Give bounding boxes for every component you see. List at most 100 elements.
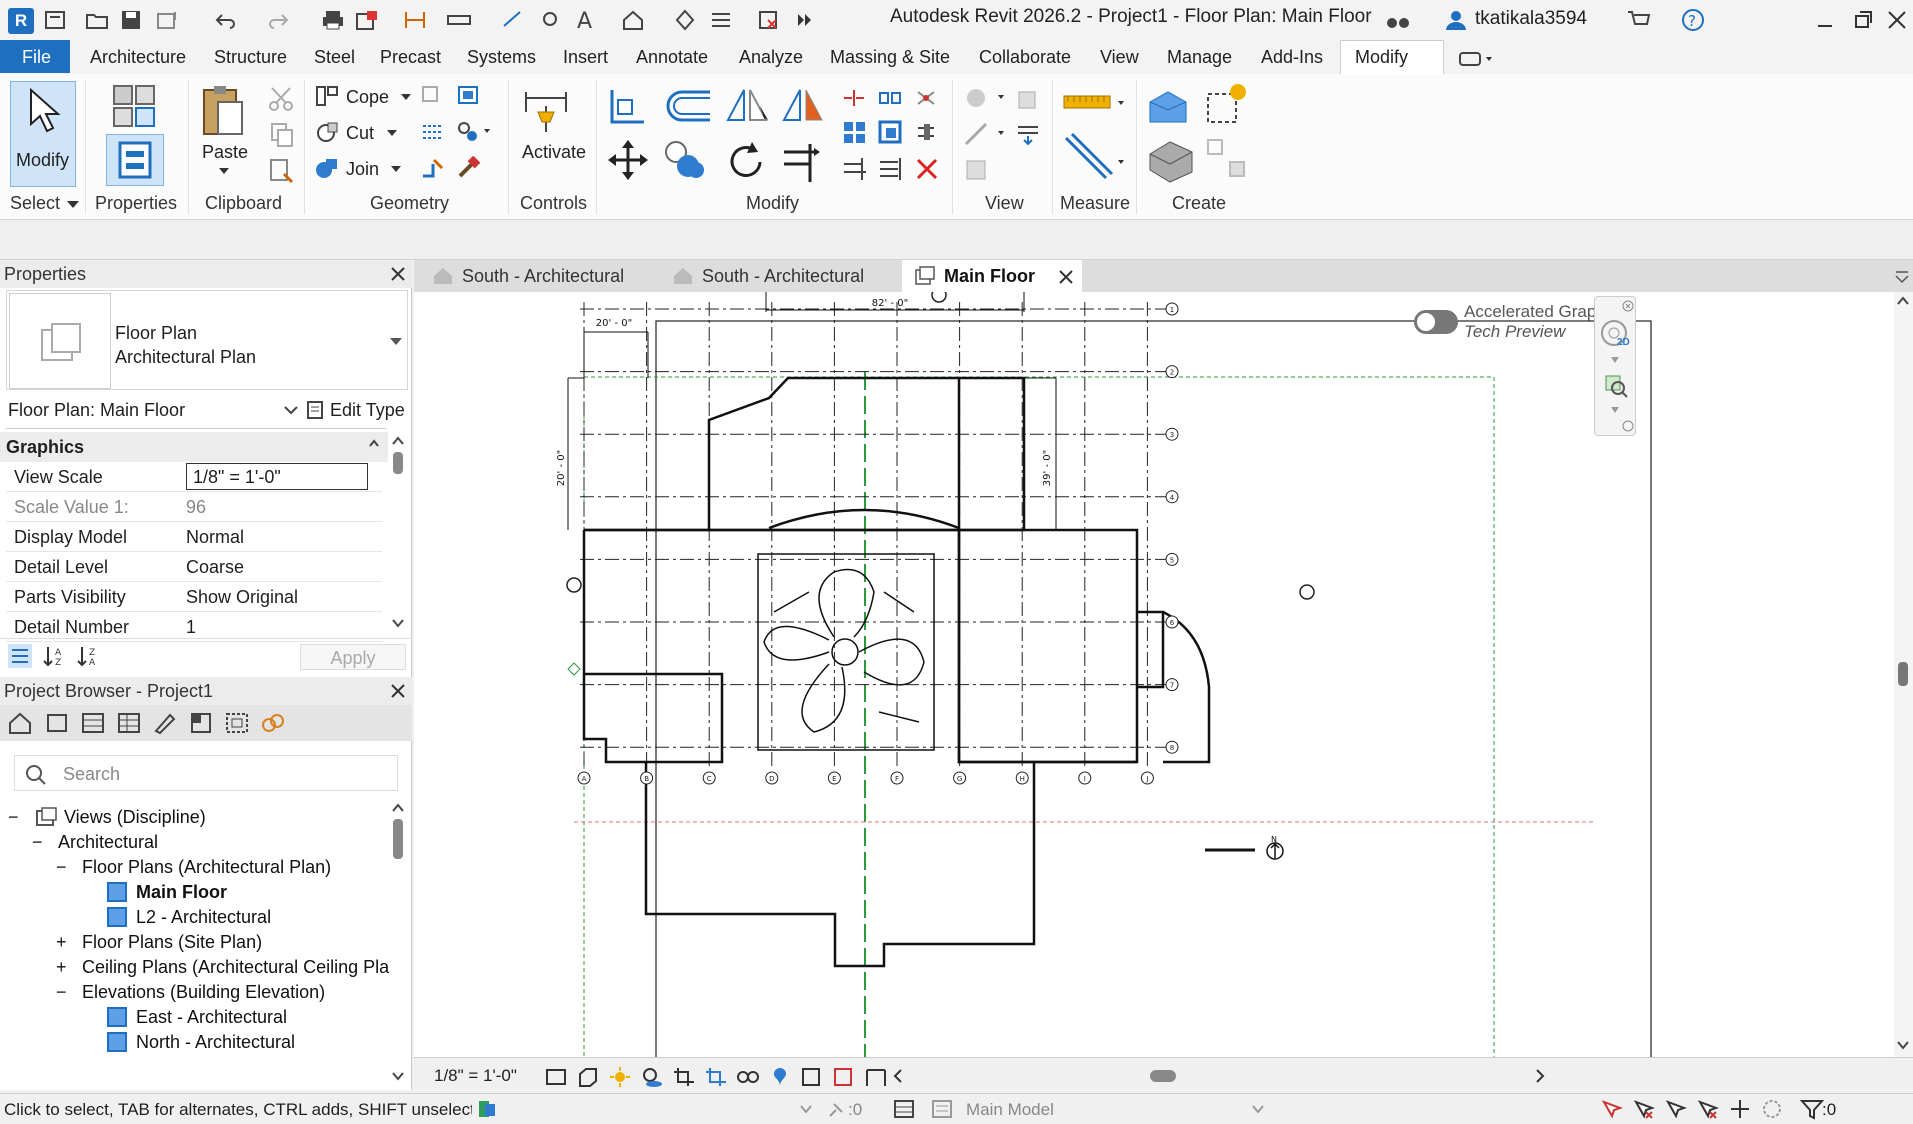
tree-item-elevations[interactable]: Elevations (Building Elevation) <box>82 982 325 1003</box>
tree-item-east-architectural[interactable]: East - Architectural <box>136 1007 287 1028</box>
scope-box[interactable] <box>583 376 1495 1057</box>
close-window-icon[interactable] <box>1884 8 1910 32</box>
cut-geometry-icon[interactable] <box>314 120 340 144</box>
cope-dropdown-icon[interactable] <box>400 92 412 102</box>
select-pinned-icon[interactable] <box>1664 1098 1688 1120</box>
instance-selector[interactable]: Floor Plan: Main Floor <box>8 400 185 421</box>
cope-button-label[interactable]: Cope <box>346 87 389 108</box>
select-dropdown-icon[interactable] <box>66 198 80 210</box>
background-process-icon[interactable] <box>1760 1098 1784 1120</box>
print-icon[interactable] <box>320 8 346 32</box>
grid-bubbles[interactable]: A B C D E F G H I J 1 2 3 4 5 6 7 8 <box>577 302 1179 785</box>
tab-insert[interactable]: Insert <box>563 47 608 68</box>
select-panel-label[interactable]: Select <box>10 193 60 214</box>
sort-ascending-icon[interactable]: AZ <box>42 644 66 668</box>
tab-analyze[interactable]: Analyze <box>739 47 803 68</box>
browser-3d-icon[interactable] <box>44 711 70 735</box>
3d-view-icon[interactable] <box>620 8 646 32</box>
delete-icon[interactable] <box>914 156 940 182</box>
close-hidden-icon[interactable] <box>756 8 782 32</box>
browser-schedules-icon[interactable] <box>116 711 142 735</box>
copy-icon[interactable] <box>268 122 296 148</box>
graphics-section[interactable]: Graphics <box>0 432 388 462</box>
file-tab[interactable]: File <box>0 40 70 73</box>
close-properties-icon[interactable] <box>390 266 406 282</box>
create-group-icon[interactable] <box>1146 86 1192 128</box>
demolish-icon[interactable] <box>420 156 446 180</box>
match-properties-icon[interactable] <box>268 158 296 184</box>
paste-button-label[interactable]: Paste <box>202 142 248 163</box>
tab-overflow-icon[interactable] <box>1894 268 1910 284</box>
save-icon[interactable] <box>118 8 144 32</box>
temporary-view-properties-icon[interactable] <box>800 1066 824 1088</box>
view-scale-input[interactable]: 1/8" = 1'-0" <box>186 463 368 490</box>
tab-systems[interactable]: Systems <box>467 47 536 68</box>
close-browser-icon[interactable] <box>390 683 406 699</box>
split-face-icon[interactable] <box>420 84 446 108</box>
scroll-left-icon[interactable] <box>892 1068 904 1084</box>
grid-lines[interactable] <box>580 302 1166 770</box>
mirror-pick-axis-icon[interactable] <box>724 86 772 126</box>
workset-dropdown-icon[interactable] <box>800 1104 812 1114</box>
filter-lines-icon[interactable] <box>1016 122 1042 148</box>
crop-view-icon[interactable] <box>672 1066 696 1088</box>
split-element-icon[interactable] <box>842 88 866 108</box>
export-icon[interactable] <box>354 8 380 32</box>
scroll-thumb[interactable] <box>1898 662 1908 686</box>
drawing-canvas[interactable]: 20' - 0" 82' - 0" 20' - 0" 39' - 0" A B C D E F G… <box>414 292 1913 1057</box>
scroll-down-icon[interactable] <box>1897 1040 1909 1050</box>
undo-icon[interactable] <box>212 8 238 32</box>
join-dropdown-icon[interactable] <box>390 164 402 174</box>
aligned-dimension-tool-icon[interactable] <box>1062 132 1128 182</box>
cope-icon[interactable] <box>314 84 340 108</box>
tree-toggle[interactable]: − <box>56 857 67 878</box>
user-name[interactable]: tkatikala3594 <box>1475 8 1587 30</box>
unpin-icon[interactable] <box>914 88 938 108</box>
hammer-icon[interactable] <box>456 156 482 180</box>
navbar-options-icon[interactable] <box>1621 419 1635 433</box>
tree-item-main-floor[interactable]: Main Floor <box>136 882 227 903</box>
trim-single-icon[interactable] <box>842 156 868 182</box>
shadows-icon[interactable] <box>640 1066 664 1088</box>
thin-lines-icon[interactable] <box>708 8 734 32</box>
sort-descending-icon[interactable]: ZA <box>76 644 100 668</box>
paste-icon[interactable] <box>198 84 248 138</box>
main-model-icon[interactable] <box>930 1098 954 1120</box>
tab-south-architectural-1[interactable]: South - Architectural <box>420 260 658 292</box>
split-icon[interactable] <box>456 120 492 144</box>
elevation-marker-north[interactable] <box>931 292 947 303</box>
nav-dropdown-icon[interactable] <box>1609 355 1621 365</box>
browser-search-input[interactable]: Search <box>14 755 398 791</box>
temporary-hide-icon[interactable] <box>736 1066 760 1088</box>
tab-collaborate[interactable]: Collaborate <box>979 47 1071 68</box>
tab-main-floor[interactable]: Main Floor <box>902 260 1082 292</box>
worksets-icon[interactable] <box>476 1098 498 1120</box>
array-icon[interactable] <box>842 120 868 146</box>
browser-scrollbar[interactable] <box>390 803 406 1083</box>
dimension-lines[interactable] <box>567 292 1057 530</box>
type-dropdown-icon[interactable] <box>389 335 403 347</box>
overflow-icon[interactable] <box>792 8 818 32</box>
tree-item-north-architectural[interactable]: North - Architectural <box>136 1032 295 1053</box>
tab-manage[interactable]: Manage <box>1167 47 1232 68</box>
tree-toggle[interactable]: − <box>8 807 19 828</box>
linework-icon[interactable] <box>964 122 1008 148</box>
join-icon[interactable] <box>314 156 340 180</box>
instance-dropdown-icon[interactable] <box>284 404 298 416</box>
align-icon[interactable] <box>608 86 648 126</box>
tree-item-l2-architectural[interactable]: L2 - Architectural <box>136 907 271 928</box>
accelerated-graphics-toggle[interactable] <box>1414 310 1458 334</box>
tree-toggle[interactable]: + <box>56 932 67 953</box>
property-value[interactable]: Coarse <box>186 557 244 578</box>
move-icon[interactable] <box>608 140 648 180</box>
zoom-icon[interactable] <box>1603 373 1629 399</box>
close-navbar-icon[interactable] <box>1621 299 1635 313</box>
scroll-down-icon[interactable] <box>392 618 404 628</box>
detail-level-icon[interactable] <box>544 1066 568 1088</box>
property-row-detail-level[interactable]: Detail Level Coarse <box>6 552 382 582</box>
tab-precast[interactable]: Precast <box>380 47 441 68</box>
tab-massing-site[interactable]: Massing & Site <box>830 47 950 68</box>
browser-sheets-icon[interactable] <box>188 711 214 735</box>
section-icon[interactable] <box>672 8 698 32</box>
pin-icon[interactable] <box>914 120 940 146</box>
